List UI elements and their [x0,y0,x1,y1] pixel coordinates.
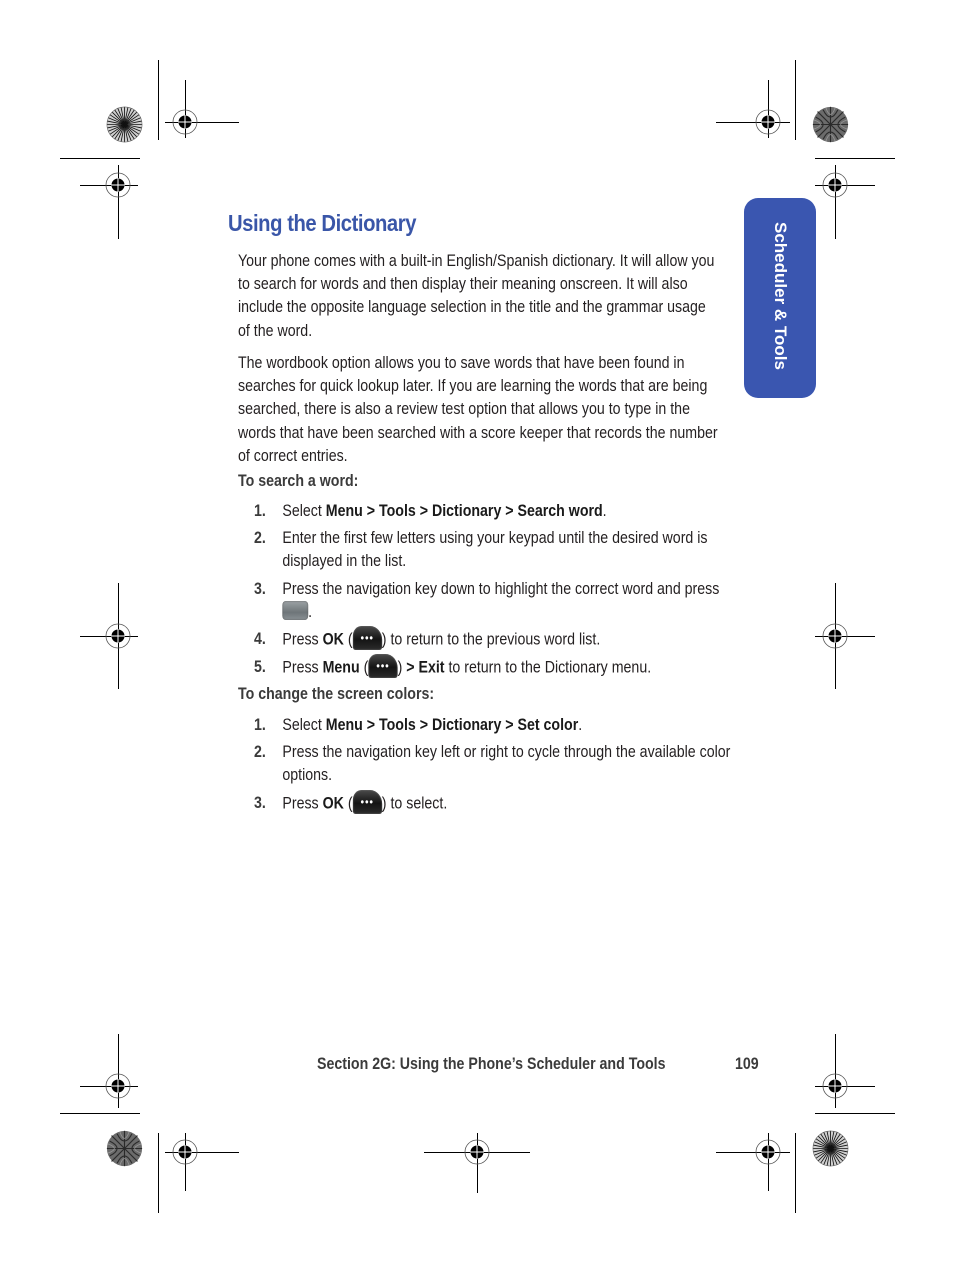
wordbook-paragraph: The wordbook option allows you to save w… [238,352,720,468]
menu-softkey-icon: ••• [368,654,398,679]
ok-softkey-icon: ••• [352,626,382,651]
step-number: 1. [254,502,266,520]
crop-line [60,1113,140,1114]
step-text: ) to select. [381,793,448,812]
step-text: Press the navigation key left or right t… [282,743,731,785]
step-text: ) to return to the previous word list. [381,630,601,649]
crop-line [60,158,140,159]
page-title: Using the Dictionary [228,210,417,236]
registration-target-icon [105,623,131,649]
step-text: Select [282,716,326,734]
ok-softkey-icon: ••• [352,789,382,814]
step-item: 3. Press OK (•••) to select. [254,789,736,816]
paragraph-text: The wordbook option allows you to save w… [238,354,718,465]
step-item: 4. Press OK (•••) to return to the previ… [254,626,736,652]
crop-line [795,60,796,140]
center-select-key-icon [282,600,309,620]
registration-target-icon [822,623,848,649]
step-text: . [602,502,607,520]
step-item: 1. Select Menu > Tools > Dictionary > Se… [254,714,736,737]
registration-target-icon [172,1139,198,1165]
step-number: 2. [254,529,266,548]
step-number: 4. [254,630,266,649]
registration-target-icon [172,109,198,135]
color-wheel-mark-icon [812,1130,849,1167]
step-text: Press [282,658,323,677]
section-side-tab: Scheduler & Tools [744,198,816,398]
crop-line [815,1113,895,1114]
registration-target-icon [105,1073,131,1099]
key-name: OK [322,630,344,649]
step-item: 1. Select Menu > Tools > Dictionary > Se… [254,500,736,523]
step-text: ( [359,658,369,677]
change-colors-steps: 1. Select Menu > Tools > Dictionary > Se… [254,714,736,816]
intro-paragraph: Your phone comes with a built-in English… [238,250,720,343]
step-number: 2. [254,743,266,762]
step-item: 3. Press the navigation key down to high… [254,578,736,624]
step-text: Press [282,793,323,812]
step-text: . [578,716,583,734]
step-number: 3. [254,793,266,812]
step-text: . [308,602,313,621]
step-text: to return to the Dictionary menu. [444,658,652,677]
crop-line [158,1133,159,1213]
manual-page: Scheduler & Tools Using the Dictionary Y… [0,0,954,1272]
search-word-heading: To search a word: [238,472,359,490]
side-tab-label: Scheduler & Tools [771,222,790,370]
crop-line [815,158,895,159]
step-number: 5. [254,658,266,677]
step-text: Press the navigation key down to highlig… [282,579,720,598]
key-name: Menu [322,658,360,677]
step-text: ( [343,793,353,812]
registration-target-icon [755,1139,781,1165]
step-text: Press [282,630,323,649]
registration-target-icon [822,172,848,198]
menu-path: Menu > Tools > Dictionary > Set color [325,716,579,734]
registration-target-icon [755,109,781,135]
step-text: Enter the first few letters using your k… [282,529,708,571]
crop-line [795,1133,796,1213]
menu-path: Menu > Tools > Dictionary > Search word [325,502,603,520]
step-item: 2. Press the navigation key left or righ… [254,741,736,787]
key-name: OK [322,793,344,812]
step-number: 3. [254,579,266,598]
color-wheel-mark-icon [106,106,143,143]
step-number: 1. [254,716,266,734]
registration-target-icon [105,172,131,198]
menu-path: > Exit [406,658,445,677]
step-text: ( [343,630,353,649]
registration-target-icon [822,1073,848,1099]
step-text: Select [282,502,326,520]
change-colors-heading: To change the screen colors: [238,685,435,703]
crop-line [158,60,159,140]
step-item: 5. Press Menu (•••) > Exit to return to … [254,654,736,680]
step-item: 2. Enter the first few letters using you… [254,527,736,573]
search-word-steps: 1. Select Menu > Tools > Dictionary > Se… [254,500,736,680]
paragraph-text: Your phone comes with a built-in English… [238,252,715,340]
registration-target-icon [464,1139,490,1165]
page-number: 109 [735,1055,759,1073]
color-wheel-mark-icon [106,1130,143,1167]
color-wheel-mark-icon [812,106,849,143]
footer-section-title: Section 2G: Using the Phone’s Scheduler … [317,1055,666,1073]
